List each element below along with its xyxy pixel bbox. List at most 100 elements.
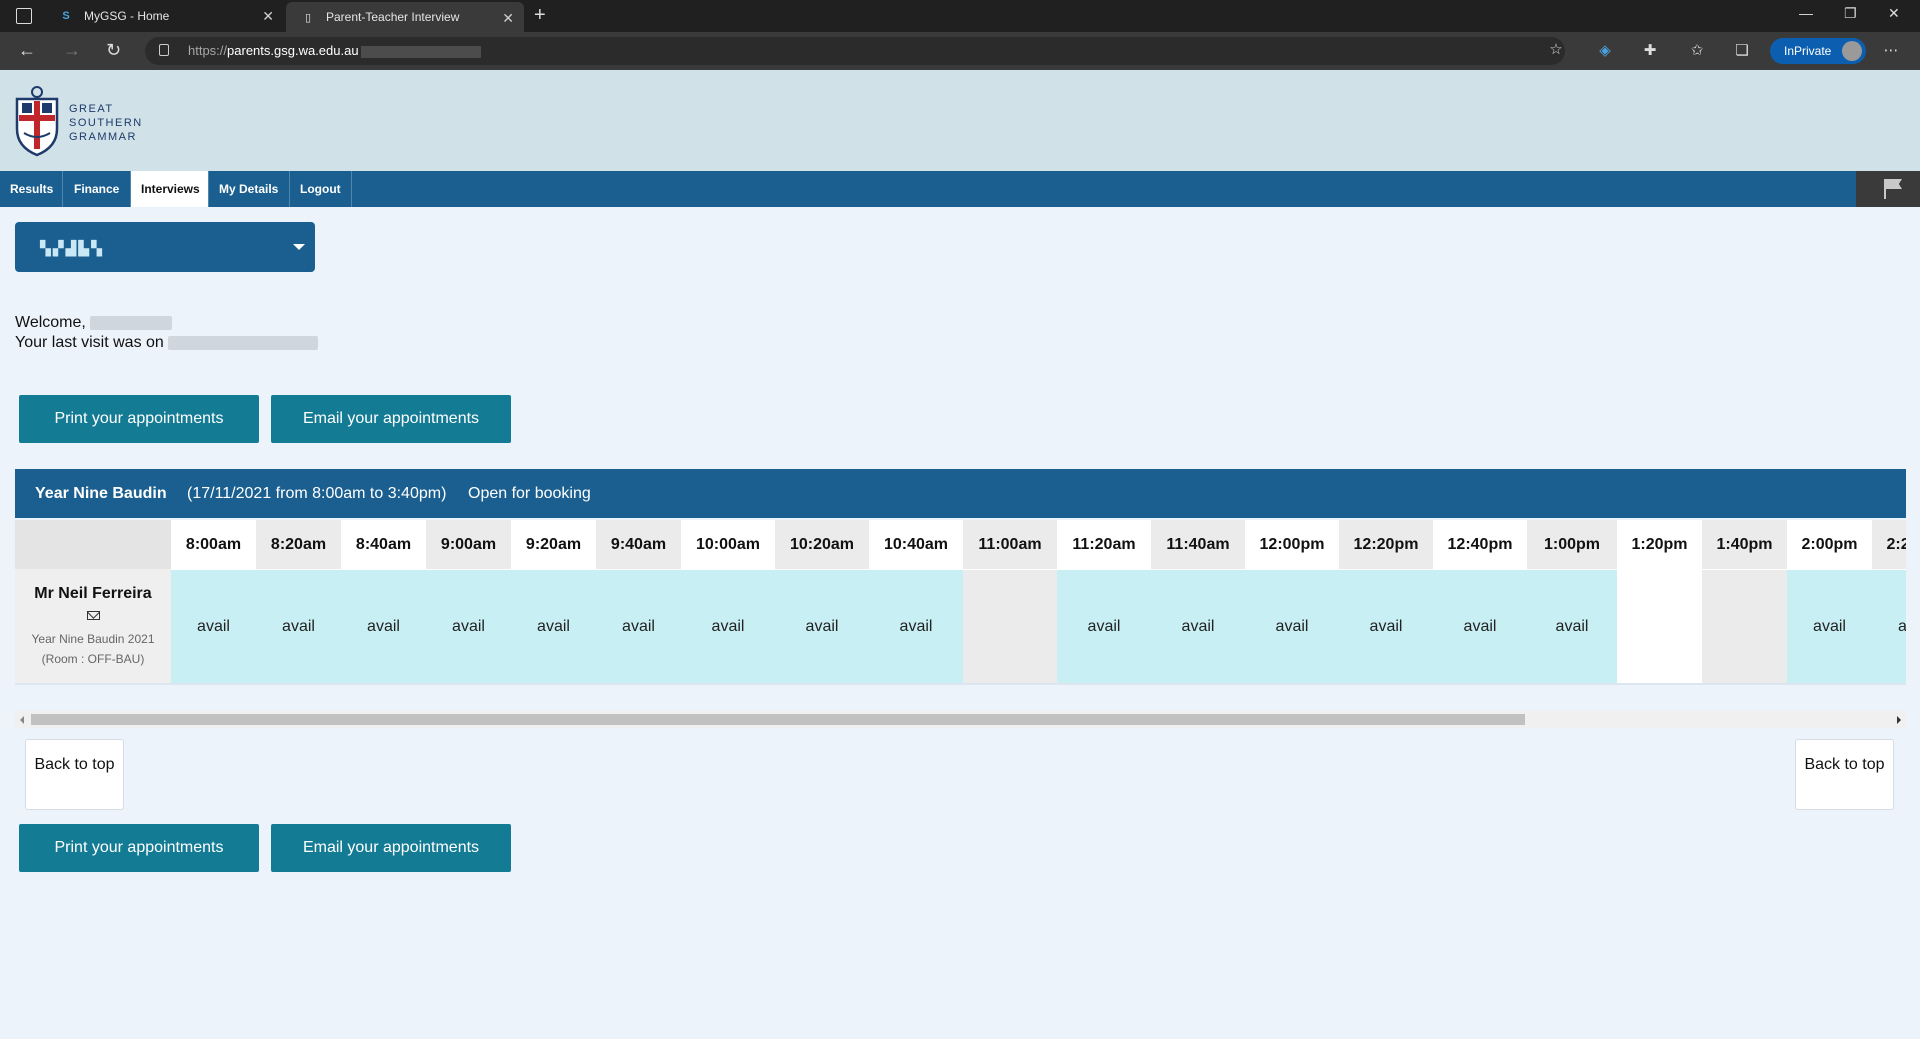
student-name-redacted: ▚▞▟▙▚ bbox=[40, 240, 104, 256]
tab-mygsg-home[interactable]: S MyGSG - Home ✕ bbox=[44, 0, 284, 32]
close-window-icon[interactable]: ✕ bbox=[1888, 5, 1900, 22]
scroll-left-icon[interactable] bbox=[20, 716, 24, 724]
school-logo-text: GREAT SOUTHERN GRAMMAR bbox=[69, 103, 143, 143]
back-to-top-button-right[interactable]: Back to top bbox=[1795, 739, 1894, 810]
teacher-info: Mr Neil Ferreira Year Nine Baudin 2021 (… bbox=[15, 569, 171, 683]
scroll-right-icon[interactable] bbox=[1897, 716, 1901, 724]
browser-toolbar: ← → ↻ https://parents.gsg.wa.edu.au ☆ ◈ … bbox=[0, 32, 1920, 70]
new-tab-icon[interactable]: + bbox=[534, 4, 546, 27]
slot-cell-avail[interactable]: avail bbox=[1787, 569, 1872, 683]
teacher-room: (Room : OFF-BAU) bbox=[41, 652, 145, 666]
nav-my-details[interactable]: My Details bbox=[209, 171, 290, 207]
close-tab-icon[interactable]: ✕ bbox=[502, 10, 514, 27]
restore-icon[interactable]: ❐ bbox=[1844, 5, 1857, 22]
print-appointments-button-bottom[interactable]: Print your appointments bbox=[19, 824, 259, 872]
slot-cell-avail[interactable]: avail bbox=[1151, 569, 1245, 683]
page-favicon-icon: ▯ bbox=[304, 11, 312, 24]
welcome-message: Welcome, Your last visit was on bbox=[15, 313, 319, 353]
slot-time-header: 2:20pm bbox=[1872, 520, 1906, 569]
student-select-dropdown[interactable]: ▚▞▟▙▚ bbox=[15, 222, 315, 272]
scrollbar-thumb[interactable] bbox=[31, 714, 1525, 725]
slot-time-header: 9:20am bbox=[511, 520, 596, 569]
email-envelope-icon[interactable] bbox=[87, 611, 100, 620]
slot-cell-break bbox=[963, 569, 1057, 683]
slot-cell-avail[interactable]: avail bbox=[1433, 569, 1527, 683]
slot-time-header: 8:40am bbox=[341, 520, 426, 569]
nav-finance[interactable]: Finance bbox=[64, 171, 131, 207]
welcome-greeting: Welcome, bbox=[15, 314, 86, 331]
sync-icon[interactable]: ◈ bbox=[1596, 42, 1614, 60]
slot-cell-avail[interactable]: avail bbox=[511, 569, 596, 683]
back-to-top-button-left[interactable]: Back to top bbox=[25, 739, 124, 810]
tab-actions-icon[interactable] bbox=[16, 8, 32, 24]
horizontal-scrollbar[interactable] bbox=[15, 711, 1906, 728]
slot-time-header: 2:00pm bbox=[1787, 520, 1872, 569]
slot-time-header: 9:40am bbox=[596, 520, 681, 569]
slot-time-header: 10:20am bbox=[775, 520, 869, 569]
teacher-name: Mr Neil Ferreira bbox=[34, 585, 152, 602]
slot-cell-avail[interactable]: avail bbox=[775, 569, 869, 683]
slot-time-header: 11:20am bbox=[1057, 520, 1151, 569]
back-icon[interactable]: ← bbox=[18, 40, 36, 61]
slot-time-header: 11:40am bbox=[1151, 520, 1245, 569]
mygsg-favicon-icon: S bbox=[62, 10, 70, 22]
slot-time-header: 12:00pm bbox=[1245, 520, 1339, 569]
teacher-column-header bbox=[15, 520, 171, 569]
browser-tab-bar: S MyGSG - Home ✕ ▯ Parent-Teacher Interv… bbox=[0, 0, 1920, 32]
slot-cell-avail[interactable]: avail bbox=[596, 569, 681, 683]
flag-icon bbox=[1884, 179, 1886, 199]
minimize-icon[interactable]: — bbox=[1799, 5, 1813, 21]
slot-cell-avail[interactable]: avail bbox=[256, 569, 341, 683]
slot-time-header: 8:20am bbox=[256, 520, 341, 569]
slot-time-header: 12:40pm bbox=[1433, 520, 1527, 569]
site-header: GREAT SOUTHERN GRAMMAR bbox=[0, 70, 1920, 171]
redacted-user-name bbox=[90, 315, 173, 330]
address-bar[interactable]: https://parents.gsg.wa.edu.au ☆ bbox=[145, 37, 1565, 65]
slot-time-header: 12:20pm bbox=[1339, 520, 1433, 569]
lock-icon bbox=[159, 44, 169, 56]
flag-icon-cloth bbox=[1886, 179, 1902, 189]
inprivate-label: InPrivate bbox=[1784, 44, 1832, 58]
extensions-icon[interactable]: ✚ bbox=[1641, 42, 1659, 60]
session-title: Year Nine Baudin bbox=[35, 485, 167, 502]
slot-cell-avail[interactable]: avail bbox=[681, 569, 775, 683]
slot-cell-avail[interactable]: avail bbox=[171, 569, 256, 683]
slot-time-header: 9:00am bbox=[426, 520, 511, 569]
url-text: https://parents.gsg.wa.edu.au bbox=[188, 43, 481, 58]
slot-time-header: 11:00am bbox=[963, 520, 1057, 569]
email-appointments-button[interactable]: Email your appointments bbox=[271, 395, 511, 443]
slot-cell-avail[interactable]: avail bbox=[869, 569, 963, 683]
slot-cell-avail[interactable]: avail bbox=[1872, 569, 1906, 683]
feedback-flag-button[interactable] bbox=[1856, 171, 1920, 207]
session-status: Open for booking bbox=[468, 485, 591, 502]
forward-icon[interactable]: → bbox=[63, 40, 81, 61]
redacted-last-visit bbox=[168, 335, 319, 350]
teacher-class: Year Nine Baudin 2021 bbox=[31, 632, 155, 646]
nav-interviews[interactable]: Interviews bbox=[131, 171, 209, 207]
slot-cell-avail[interactable]: avail bbox=[1527, 569, 1617, 683]
main-nav: Results Finance Interviews My Details Lo… bbox=[0, 171, 1920, 207]
print-appointments-button[interactable]: Print your appointments bbox=[19, 395, 259, 443]
slot-cell-avail[interactable]: avail bbox=[341, 569, 426, 683]
session-dates: (17/11/2021 from 8:00am to 3:40pm) bbox=[187, 485, 447, 502]
nav-results[interactable]: Results bbox=[0, 171, 63, 207]
collections-icon[interactable]: ❏ bbox=[1733, 42, 1751, 60]
slot-cell-avail[interactable]: avail bbox=[426, 569, 511, 683]
email-appointments-button-bottom[interactable]: Email your appointments bbox=[271, 824, 511, 872]
nav-logout[interactable]: Logout bbox=[290, 171, 352, 207]
favorites-icon[interactable]: ✩ bbox=[1688, 42, 1706, 60]
slot-time-header: 1:00pm bbox=[1527, 520, 1617, 569]
slot-cell-avail[interactable]: avail bbox=[1057, 569, 1151, 683]
refresh-icon[interactable]: ↻ bbox=[106, 40, 121, 61]
tab-parent-teacher-interview[interactable]: ▯ Parent-Teacher Interview ✕ bbox=[286, 2, 524, 32]
slot-cell-avail[interactable]: avail bbox=[1339, 569, 1433, 683]
inprivate-badge[interactable]: InPrivate bbox=[1770, 38, 1866, 64]
slot-cell-avail[interactable]: avail bbox=[1245, 569, 1339, 683]
session-header: Year Nine Baudin (17/11/2021 from 8:00am… bbox=[15, 469, 1906, 518]
close-tab-icon[interactable]: ✕ bbox=[262, 8, 274, 25]
school-crest-icon bbox=[15, 86, 59, 157]
slot-cell-empty bbox=[1617, 569, 1702, 683]
more-menu-icon[interactable]: ⋯ bbox=[1882, 42, 1900, 60]
interview-schedule-grid: Mr Neil Ferreira Year Nine Baudin 2021 (… bbox=[15, 520, 1906, 685]
add-favorite-icon[interactable]: ☆ bbox=[1547, 41, 1565, 59]
